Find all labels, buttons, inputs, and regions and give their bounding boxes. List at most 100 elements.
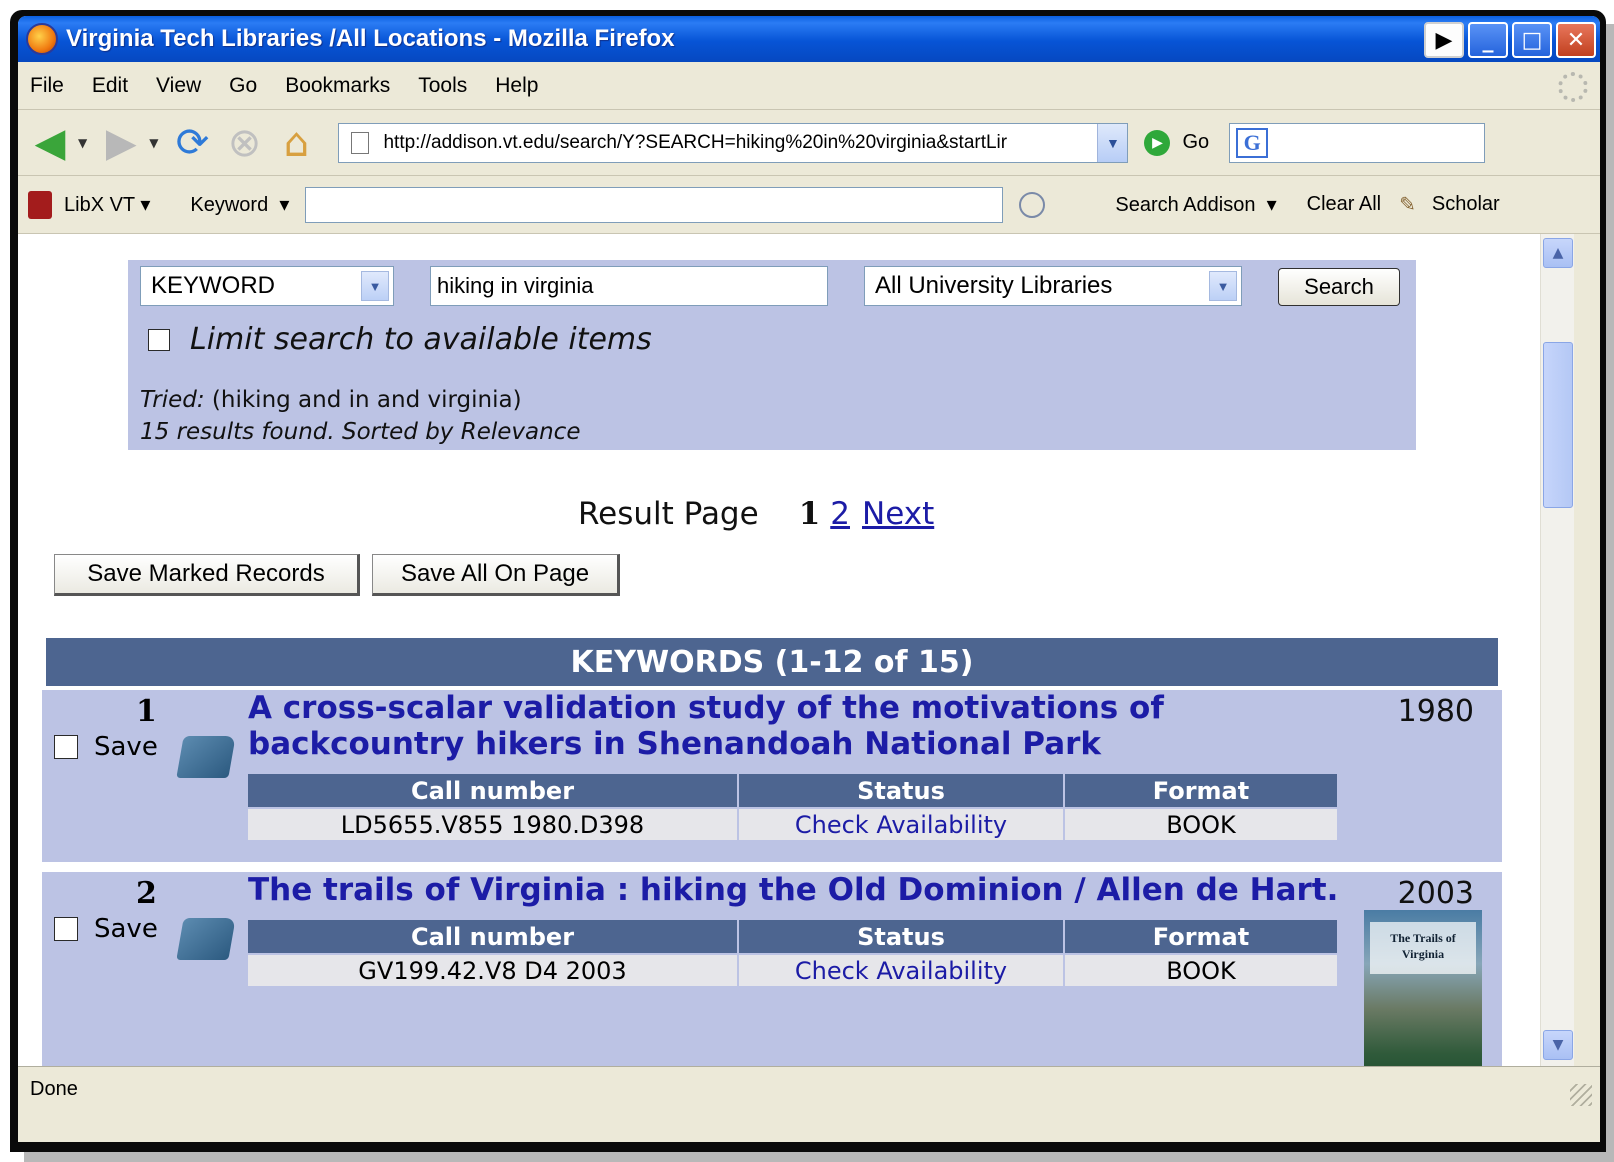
- save-label: Save: [94, 732, 158, 762]
- vertical-scrollbar[interactable]: ▲ ▼: [1540, 234, 1574, 1066]
- format: BOOK: [1064, 953, 1339, 986]
- scholar-button[interactable]: Scholar: [1432, 193, 1500, 216]
- stop-icon[interactable]: ⊗: [220, 119, 268, 167]
- scroll-down-icon[interactable]: ▼: [1543, 1030, 1573, 1060]
- menu-edit[interactable]: Edit: [92, 74, 128, 98]
- menu-bookmarks[interactable]: Bookmarks: [285, 74, 390, 98]
- scroll-up-icon[interactable]: ▲: [1543, 238, 1573, 268]
- back-dropdown-icon[interactable]: ▼: [78, 136, 87, 150]
- current-page: 1: [798, 496, 821, 532]
- library-scope-select[interactable]: All University Libraries ▼: [864, 266, 1242, 306]
- forward-arrow-icon[interactable]: ▶: [97, 119, 145, 167]
- search-button[interactable]: Search: [1278, 268, 1400, 306]
- browser-window: Virginia Tech Libraries /All Locations -…: [18, 16, 1600, 1142]
- home-icon[interactable]: ⌂: [272, 119, 320, 167]
- check-availability-link[interactable]: Check Availability: [738, 807, 1065, 840]
- go-label: Go: [1182, 131, 1210, 153]
- libx-brand: LibX VT: [64, 194, 135, 216]
- resize-grip-icon[interactable]: [1570, 1084, 1592, 1106]
- save-checkbox[interactable]: [54, 917, 78, 941]
- record-title-link[interactable]: A cross-scalar validation study of the m…: [248, 690, 1348, 762]
- format: BOOK: [1064, 807, 1339, 840]
- book-cover-title: The Trails of Virginia: [1370, 922, 1476, 974]
- result-record: 2 Save The trails of Virginia : hiking t…: [42, 872, 1502, 1066]
- menu-go[interactable]: Go: [229, 74, 257, 98]
- status-text: Done: [30, 1078, 78, 1100]
- record-year: 2003: [1397, 876, 1474, 911]
- bookbag-icon[interactable]: [176, 918, 236, 960]
- search-summary: Tried: (hiking and in and virginia) 15 r…: [140, 384, 580, 448]
- back-arrow-icon[interactable]: ◀: [26, 119, 74, 167]
- book-cover-image[interactable]: The Trails of Virginia: [1364, 910, 1482, 1066]
- save-all-button[interactable]: Save All On Page: [372, 554, 620, 596]
- libx-toolbar: LibX VT ▾ Keyword ▾ Search Addison ▾ Cle…: [18, 176, 1600, 234]
- scholar-icon: ✎: [1399, 194, 1416, 216]
- column-header-format: Format: [1064, 920, 1339, 954]
- page-2-link[interactable]: 2: [830, 496, 850, 532]
- go-arrow-icon: ▶: [1144, 129, 1171, 156]
- search-input[interactable]: hiking in virginia: [430, 266, 828, 306]
- address-bar[interactable]: http://addison.vt.edu/search/Y?SEARCH=hi…: [338, 122, 1129, 163]
- limit-checkbox[interactable]: [148, 328, 170, 351]
- save-checkbox[interactable]: [54, 735, 78, 759]
- libx-dropdown-icon[interactable]: [1019, 191, 1046, 218]
- save-label: Save: [94, 914, 158, 944]
- go-button[interactable]: ▶ Go: [1144, 129, 1210, 156]
- menu-view[interactable]: View: [156, 74, 201, 98]
- libx-field-select[interactable]: Keyword ▾: [190, 192, 289, 217]
- search-panel: KEYWORD ▼ hiking in virginia All Univers…: [128, 260, 1416, 450]
- save-record-option[interactable]: Save: [54, 732, 158, 762]
- call-number: LD5655.V855 1980.D398: [248, 807, 739, 840]
- holdings-table: Call number Status Format GV199.42.V8 D4…: [248, 920, 1339, 986]
- search-addison-label: Search Addison: [1115, 194, 1256, 216]
- google-icon[interactable]: G: [1236, 127, 1269, 158]
- save-record-option[interactable]: Save: [54, 914, 158, 944]
- window-controls: ▶ _ □ ✕: [1424, 22, 1596, 58]
- search-type-value: KEYWORD: [151, 272, 276, 299]
- save-marked-button[interactable]: Save Marked Records: [54, 554, 360, 596]
- firefox-logo-icon: [26, 23, 58, 55]
- libx-search-input[interactable]: [305, 186, 1004, 223]
- reload-icon[interactable]: ⟳: [168, 119, 216, 167]
- forward-dropdown-icon[interactable]: ▼: [149, 136, 158, 150]
- maximize-button[interactable]: □: [1512, 22, 1552, 58]
- search-type-select[interactable]: KEYWORD ▼: [140, 266, 394, 306]
- search-addison-button[interactable]: Search Addison ▾: [1115, 192, 1276, 217]
- title-bar: Virginia Tech Libraries /All Locations -…: [18, 16, 1600, 62]
- call-number: GV199.42.V8 D4 2003: [248, 953, 739, 986]
- play-icon[interactable]: ▶: [1424, 22, 1464, 58]
- results-header: KEYWORDS (1-12 of 15): [46, 638, 1498, 686]
- record-number: 1: [136, 694, 157, 729]
- throbber-icon: [1558, 72, 1588, 102]
- column-header-status: Status: [738, 774, 1065, 808]
- url-dropdown-icon[interactable]: ▼: [1097, 123, 1128, 162]
- column-header-call-number: Call number: [248, 774, 739, 808]
- next-page-link[interactable]: Next: [862, 496, 934, 532]
- chevron-down-icon: ▼: [1209, 271, 1237, 301]
- result-page-label: Result Page: [578, 496, 759, 532]
- bookbag-icon[interactable]: [176, 736, 236, 778]
- clear-all-button[interactable]: Clear All: [1307, 193, 1381, 216]
- column-header-status: Status: [738, 920, 1065, 954]
- limit-available-option[interactable]: Limit search to available items: [148, 322, 652, 357]
- libx-logo-icon: [28, 190, 52, 219]
- navigation-toolbar: ◀ ▼ ▶ ▼ ⟳ ⊗ ⌂ http://addison.vt.edu/sear…: [18, 110, 1600, 176]
- page-content: KEYWORD ▼ hiking in virginia All Univers…: [18, 234, 1540, 1066]
- close-button[interactable]: ✕: [1556, 22, 1596, 58]
- library-scope-value: All University Libraries: [875, 272, 1113, 299]
- record-number: 2: [136, 876, 157, 911]
- menu-file[interactable]: File: [30, 74, 64, 98]
- scrollbar-thumb[interactable]: [1543, 342, 1573, 508]
- result-record: 1 Save A cross-scalar validation study o…: [42, 690, 1502, 862]
- minimize-button[interactable]: _: [1468, 22, 1508, 58]
- google-search-box[interactable]: G: [1229, 122, 1486, 163]
- pagination: Result Page 1 2 Next: [578, 496, 946, 532]
- libx-menu[interactable]: LibX VT ▾: [64, 192, 150, 217]
- check-availability-link[interactable]: Check Availability: [738, 953, 1065, 986]
- column-header-format: Format: [1064, 774, 1339, 808]
- menu-tools[interactable]: Tools: [418, 74, 467, 98]
- menu-help[interactable]: Help: [495, 74, 538, 98]
- results-count: 15 results found. Sorted by Relevance: [140, 419, 581, 445]
- url-text: http://addison.vt.edu/search/Y?SEARCH=hi…: [383, 131, 1008, 153]
- record-title-link[interactable]: The trails of Virginia : hiking the Old …: [248, 872, 1358, 908]
